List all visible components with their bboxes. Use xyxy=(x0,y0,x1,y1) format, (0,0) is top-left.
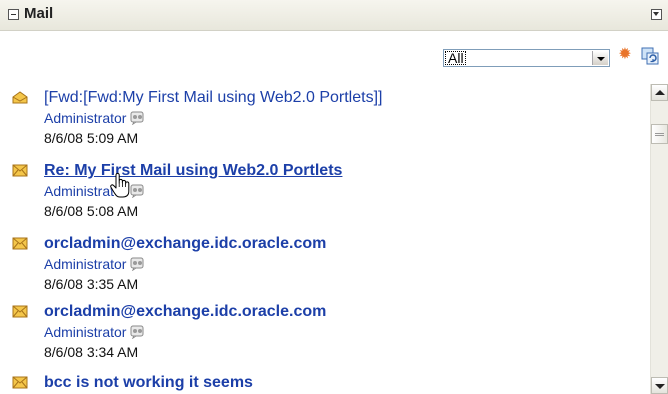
mail-subject[interactable]: orcladmin@exchange.idc.oracle.com xyxy=(44,302,326,322)
dropdown-arrow-icon[interactable] xyxy=(592,51,608,65)
mail-subject[interactable]: bcc is not working it seems xyxy=(44,373,253,393)
mail-date: 8/6/08 5:08 AM xyxy=(44,203,139,219)
mail-date: 8/6/08 3:34 AM xyxy=(44,344,139,360)
mail-list: [Fwd:[Fwd:My First Mail using Web2.0 Por… xyxy=(0,85,650,394)
mail-sender: Administrator xyxy=(44,109,144,127)
mail-sender-name: Administrator xyxy=(44,324,127,340)
scroll-thumb[interactable] xyxy=(651,124,668,144)
scroll-down-icon[interactable] xyxy=(651,377,668,394)
mail-sender-name: Administrator xyxy=(44,110,127,126)
mail-filter-select[interactable]: All xyxy=(443,49,610,67)
portlet-menu-icon[interactable] xyxy=(651,9,662,20)
portlet-header: Mail xyxy=(0,0,668,31)
portlet-title: Mail xyxy=(24,5,54,22)
mail-date: 8/6/08 3:35 AM xyxy=(44,276,139,292)
envelope-icon xyxy=(12,237,28,250)
mail-sender: Administrator xyxy=(44,255,144,273)
refresh-icon[interactable] xyxy=(641,47,659,65)
mail-subject[interactable]: Re: My First Mail using Web2.0 Portlets xyxy=(44,161,342,181)
mail-subject[interactable]: orcladmin@exchange.idc.oracle.com xyxy=(44,234,326,254)
presence-icon xyxy=(130,184,144,198)
open-envelope-icon xyxy=(12,91,28,104)
envelope-icon xyxy=(12,164,28,177)
collapse-icon[interactable] xyxy=(8,9,19,20)
presence-icon xyxy=(130,111,144,125)
new-item-icon[interactable]: ✹ xyxy=(617,47,633,63)
mail-subject[interactable]: [Fwd:[Fwd:My First Mail using Web2.0 Por… xyxy=(44,88,382,108)
hand-cursor-icon xyxy=(110,172,130,198)
scroll-up-icon[interactable] xyxy=(651,84,668,101)
envelope-icon xyxy=(12,376,28,389)
mail-sender: Administrator xyxy=(44,323,144,341)
mail-sender-name: Administrator xyxy=(44,256,127,272)
presence-icon xyxy=(130,257,144,271)
presence-icon xyxy=(130,325,144,339)
mail-filter-value: All xyxy=(444,50,467,66)
mail-list-scrollbar[interactable] xyxy=(650,84,668,394)
mail-date: 8/6/08 5:09 AM xyxy=(44,130,139,146)
envelope-icon xyxy=(12,305,28,318)
